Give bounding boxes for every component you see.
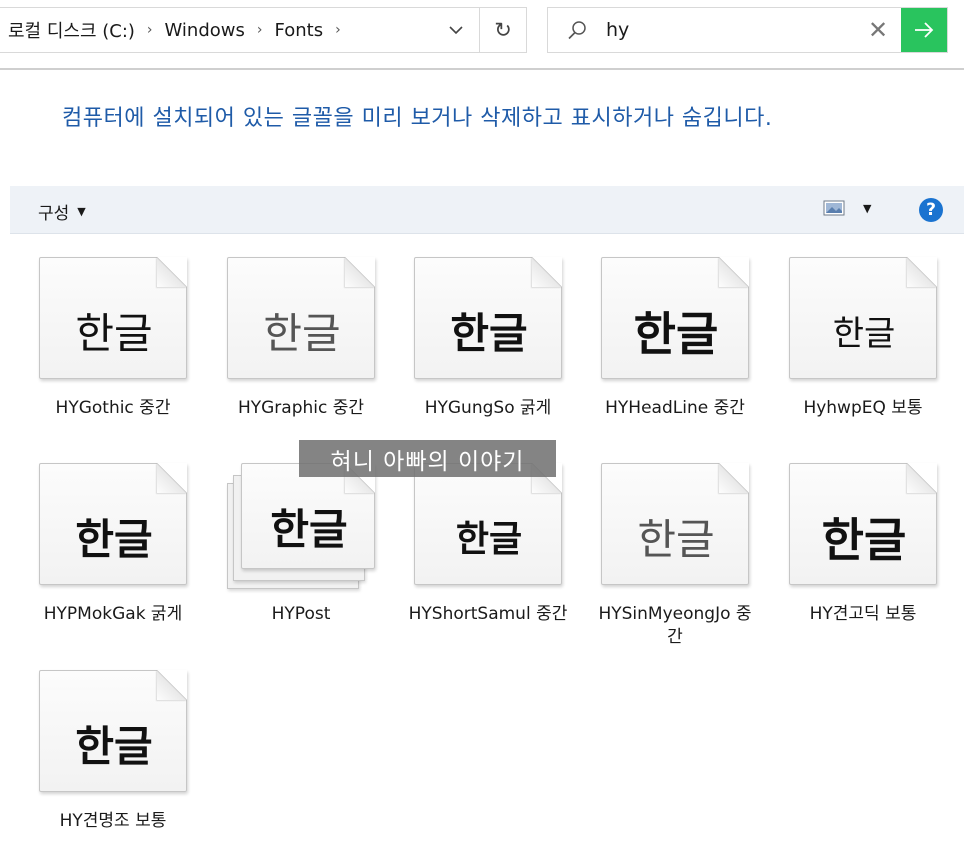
breadcrumb-fonts[interactable]: Fonts [275,20,324,41]
font-file-icon: 한글 [241,463,375,569]
breadcrumb: 로컬 디스크 (C:) › Windows › Fonts › [0,17,433,43]
view-dropdown-arrow-icon[interactable]: ▼ [863,202,871,215]
address-bar[interactable]: 로컬 디스크 (C:) › Windows › Fonts › ↻ [0,7,527,53]
view-icon [823,200,845,216]
font-sample: 한글 [832,314,896,354]
font-name: HYShortSamul 중간 [408,604,568,624]
font-name: HyhwpEQ 보통 [803,398,923,418]
font-sample: 한글 [450,309,528,358]
font-name: HYPost [271,604,331,624]
chevron-right-icon[interactable]: › [147,22,153,38]
font-file-icon: 한글 [789,463,937,585]
help-button[interactable]: ? [919,198,943,222]
font-file-icon: 한글 [39,670,187,792]
font-file-icon: 한글 [601,257,749,379]
organize-menu-button[interactable]: 구성 ▼ [38,199,86,224]
arrow-right-icon [915,22,934,38]
divider [0,68,964,70]
change-view-button[interactable]: ▼ [823,200,871,216]
font-sample: 한글 [270,505,348,554]
font-name: HYGothic 중간 [55,398,171,418]
search-box[interactable]: hy ✕ [547,7,948,53]
font-file-icon: 한글 [39,463,187,585]
font-sample: 한글 [75,722,153,771]
font-sample: 한글 [637,515,715,564]
font-sample: 한글 [75,309,153,358]
font-name: HYHeadLine 중간 [605,398,745,418]
chevron-right-icon[interactable]: › [335,22,341,38]
chevron-down-icon: ▼ [77,205,86,218]
clear-search-button[interactable]: ✕ [855,16,901,44]
address-history-dropdown[interactable] [433,8,479,52]
breadcrumb-windows[interactable]: Windows [165,20,245,41]
page-description: 컴퓨터에 설치되어 있는 글꼴을 미리 보거나 삭제하고 표시하거나 숨깁니다. [62,106,773,131]
font-sample: 한글 [455,519,523,560]
watermark-caption: 혀니 아빠의 이야기 [299,440,556,477]
font-name: HY견명조 보통 [59,811,167,831]
font-name: HYGungSo 굵게 [424,398,552,418]
breadcrumb-local-disk[interactable]: 로컬 디스크 (C:) [8,17,135,43]
search-input[interactable]: hy [606,19,855,41]
command-bar: 구성 ▼ ▼ ? [10,186,964,234]
font-sample: 한글 [263,309,341,358]
font-sample: 한글 [821,513,907,567]
font-sample: 한글 [75,515,153,564]
refresh-button[interactable]: ↻ [479,8,526,52]
font-file-icon: 한글 [414,463,562,585]
font-file-icon: 한글 [601,463,749,585]
refresh-icon: ↻ [494,18,512,42]
font-sample: 한글 [633,307,719,361]
font-file-icon: 한글 [414,257,562,379]
font-file-icon: 한글 [227,257,375,379]
font-file-icon: 한글 [789,257,937,379]
chevron-down-icon [449,25,463,34]
search-go-button[interactable] [901,8,947,52]
search-icon [548,19,606,41]
organize-label: 구성 [38,204,70,224]
font-name: HYPMokGak 굵게 [43,604,183,624]
chevron-right-icon[interactable]: › [257,22,263,38]
font-name: HYSinMyeongJo 중간 [598,604,752,647]
font-name: HYGraphic 중간 [237,398,365,418]
font-file-icon: 한글 [39,257,187,379]
font-name: HY견고딕 보통 [809,604,917,624]
